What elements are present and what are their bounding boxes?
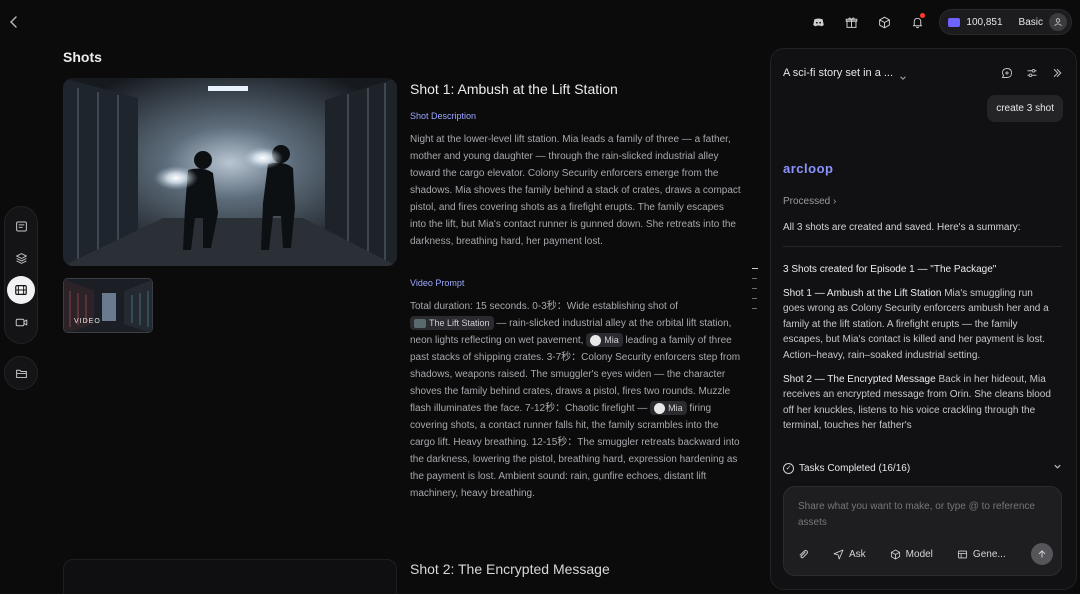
shot-1-title: Shot 1: Ambush at the Lift Station — [410, 81, 618, 97]
video-camera-icon[interactable] — [7, 308, 35, 336]
processed-label: Processed — [783, 196, 831, 207]
chevron-down-icon[interactable] — [1053, 462, 1062, 474]
shot-description-text: Night at the lower-level lift station. M… — [410, 134, 741, 247]
character-avatar-icon — [654, 402, 666, 414]
settings-sliders-icon[interactable] — [1025, 66, 1039, 80]
ask-label: Ask — [849, 548, 866, 560]
character-chip-label: Mia — [604, 335, 619, 346]
model-button[interactable]: Model — [890, 549, 933, 560]
chevron-down-icon[interactable] — [899, 69, 907, 80]
panel-header: A sci-fi story set in a ... — [783, 64, 1064, 82]
paperclip-icon — [799, 549, 808, 558]
summary-item-1-title: Shot 1 — Ambush at the Lift Station — [783, 287, 942, 299]
generate-label: Gene... — [972, 548, 1006, 560]
character-avatar-icon — [590, 334, 602, 346]
prompt-part-4: firing covering shots, a contact runner … — [410, 403, 740, 499]
message-input[interactable] — [798, 499, 1038, 531]
back-chevron-icon[interactable] — [6, 14, 22, 30]
top-bar: 100,851 Basic — [807, 8, 1072, 36]
message-composer: Ask Model Gene... — [783, 486, 1062, 576]
video-prompt-label: Video Prompt — [410, 278, 465, 288]
left-toolbar — [4, 206, 38, 344]
summary-item-2: Shot 2 — The Encrypted Message Back in h… — [783, 372, 1055, 434]
plan-label: Basic — [1018, 16, 1043, 28]
character-asset-chip[interactable]: Mia — [586, 333, 623, 348]
model-label: Model — [905, 548, 933, 560]
summary-intro: All 3 shots are created and saved. Here'… — [783, 222, 1021, 233]
shots-main: Shots VIDEO Shot 1: Ambush at the Lift S… — [48, 40, 760, 594]
summary-item-2-title: Shot 2 — The Encrypted Message — [783, 373, 936, 385]
cube-icon[interactable] — [873, 11, 895, 33]
layers-icon[interactable] — [7, 244, 35, 272]
send-button[interactable] — [1031, 543, 1053, 565]
shots-film-icon[interactable] — [7, 276, 35, 304]
tasks-completed-label: Tasks Completed (16/16) — [799, 462, 911, 474]
credits-badge[interactable]: 100,851 Basic — [939, 9, 1072, 35]
gift-icon[interactable] — [840, 11, 862, 33]
prompt-part-1: Total duration: 15 seconds. 0-3秒：Wide es… — [410, 301, 678, 312]
model-cube-icon — [890, 549, 900, 559]
assistant-message: 3 Shots created for Episode 1 — "The Pac… — [783, 262, 1055, 452]
page-title: Shots — [63, 49, 102, 65]
credits-icon — [948, 17, 961, 27]
tasks-completed-bar[interactable]: ✓ Tasks Completed (16/16) — [783, 457, 1062, 479]
shot-scroll-indicator[interactable] — [752, 268, 758, 309]
generate-button[interactable]: Gene... — [957, 549, 1006, 560]
attach-button[interactable] — [798, 549, 809, 560]
composer-toolbar: Ask Model Gene... — [798, 543, 1053, 565]
discord-icon[interactable] — [807, 11, 829, 33]
app-root: 100,851 Basic Shots VIDEO Shot 1: Ambush… — [0, 0, 1080, 594]
summary-item-1: Shot 1 — Ambush at the Lift Station Mia'… — [783, 286, 1055, 364]
new-chat-icon[interactable] — [1000, 66, 1014, 80]
location-asset-chip[interactable]: The Lift Station — [410, 316, 494, 331]
generate-frame-icon — [957, 550, 967, 558]
check-circle-icon: ✓ — [783, 462, 794, 474]
shot-description-label: Shot Description — [410, 111, 477, 121]
shot-2-title: Shot 2: The Encrypted Message — [410, 561, 610, 577]
credits-value: 100,851 — [966, 16, 1003, 28]
collapse-panel-icon[interactable] — [1050, 66, 1064, 80]
notification-bell-icon[interactable] — [906, 11, 928, 33]
scroll-fade — [771, 429, 1076, 459]
assets-folder-icon[interactable] — [4, 356, 38, 390]
script-document-icon[interactable] — [7, 212, 35, 240]
send-plane-icon — [833, 549, 844, 559]
user-avatar-icon[interactable] — [1049, 13, 1067, 31]
character-asset-chip[interactable]: Mia — [650, 401, 687, 416]
conversation-title[interactable]: A sci-fi story set in a ... — [783, 67, 893, 79]
summary-heading: 3 Shots created for Episode 1 — "The Pac… — [783, 264, 997, 275]
chevron-right-icon: › — [833, 196, 837, 207]
arcloop-logo: arcloop — [783, 161, 834, 176]
assistant-panel: A sci-fi story set in a ... create 3 sho… — [770, 48, 1077, 590]
arrow-up-icon — [1038, 550, 1046, 558]
video-prompt-text: Total duration: 15 seconds. 0-3秒：Wide es… — [410, 298, 746, 502]
shot-1-video-thumbnail[interactable]: VIDEO — [63, 278, 153, 333]
shot-1-hero-image[interactable] — [63, 78, 397, 266]
video-label: VIDEO — [74, 318, 101, 325]
ask-button[interactable]: Ask — [833, 549, 866, 560]
character-chip-label: Mia — [668, 403, 683, 414]
user-message-bubble: create 3 shot — [987, 95, 1063, 122]
notification-dot — [920, 13, 926, 18]
location-chip-label: The Lift Station — [429, 318, 490, 329]
divider — [783, 246, 1062, 247]
processed-toggle[interactable]: Processed › — [783, 196, 836, 207]
shot-2-hero-image[interactable] — [63, 559, 397, 594]
location-thumbnail-icon — [414, 318, 426, 328]
